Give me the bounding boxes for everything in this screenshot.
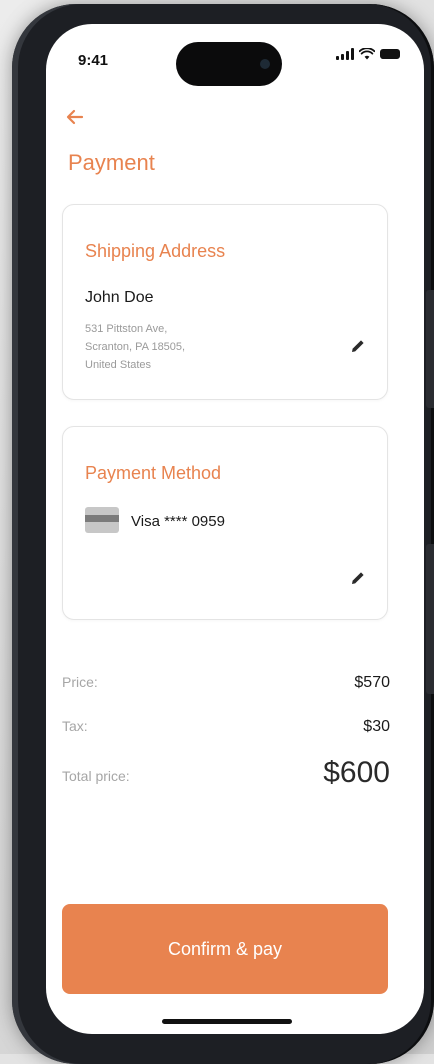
address-line-2: Scranton, PA 18505, [85, 341, 186, 353]
status-icons [336, 48, 400, 60]
phone-frame: 9:41 Payment Shipping Address John Doe 5… [12, 4, 434, 1064]
camera-icon [260, 59, 270, 69]
home-indicator [162, 1019, 292, 1024]
confirm-pay-button[interactable]: Confirm & pay [62, 904, 388, 994]
tax-value: $30 [363, 718, 390, 735]
price-label: Price: [62, 674, 98, 690]
dynamic-island [176, 42, 282, 86]
card-label: Visa **** 0959 [131, 513, 225, 530]
side-button-lower [426, 544, 434, 694]
edit-payment-pencil-icon[interactable] [349, 569, 367, 587]
wifi-icon [359, 48, 375, 60]
signal-icon [336, 48, 354, 60]
shipping-address-card: Shipping Address John Doe 531 Pittston A… [62, 204, 388, 400]
payment-method-title: Payment Method [85, 463, 222, 483]
battery-icon [380, 49, 400, 59]
payment-method-card: Payment Method Visa **** 0959 [62, 426, 388, 620]
page-title: Payment [68, 150, 155, 175]
credit-card-icon [85, 507, 119, 533]
recipient-name: John Doe [85, 289, 154, 306]
phone-screen: 9:41 Payment Shipping Address John Doe 5… [46, 24, 424, 1034]
total-price-value: $600 [323, 756, 390, 789]
total-price-label: Total price: [62, 768, 130, 784]
address-line-1: 531 Pittston Ave, [85, 323, 168, 335]
address-line-3: United States [85, 359, 152, 371]
shipping-address-title: Shipping Address [85, 241, 226, 261]
tax-label: Tax: [62, 718, 88, 734]
edit-shipping-pencil-icon[interactable] [349, 337, 367, 355]
status-time: 9:41 [78, 52, 109, 69]
price-value: $570 [354, 674, 390, 691]
side-button-upper [426, 290, 434, 408]
arrow-left-icon[interactable] [64, 106, 86, 128]
